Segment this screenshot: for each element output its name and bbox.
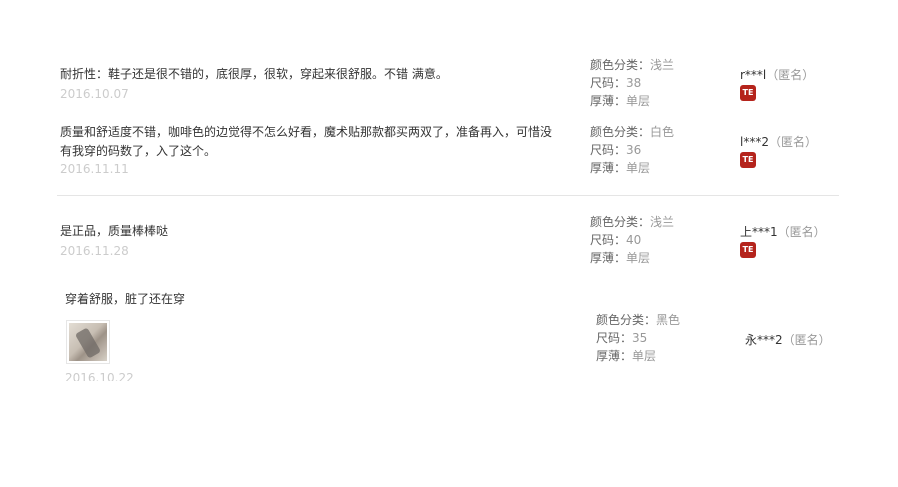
review-text: 是正品，质量棒棒哒 <box>60 224 169 238</box>
review-date: 2016.10.22 <box>65 371 134 381</box>
size-value: 35 <box>632 331 648 345</box>
review-text: 质量和舒适度不错，咖啡色的边觉得不怎么好看，魔术贴那款都买两双了，准备再入，可惜… <box>60 123 552 161</box>
photo-image <box>69 323 107 361</box>
color-value: 浅兰 <box>650 58 675 72</box>
divider <box>57 195 839 196</box>
reviewer-name: 永***2（匿名） <box>745 331 831 348</box>
thickness-label: 厚薄： <box>590 161 627 175</box>
user-nick: 上***1 <box>740 225 778 239</box>
color-value: 黑色 <box>656 313 681 327</box>
color-label: 颜色分类： <box>590 58 651 72</box>
size-label: 尺码： <box>596 331 633 345</box>
member-level-icon[interactable]: TE <box>740 242 756 258</box>
color-label: 颜色分类： <box>590 215 651 229</box>
anonymous-tag: （匿名） <box>777 225 826 239</box>
reviewer-name: 上***1（匿名） <box>740 223 826 240</box>
member-level-icon[interactable]: TE <box>740 85 756 101</box>
sku-info: 颜色分类：浅兰 尺码：38 厚薄：单层 <box>590 56 674 110</box>
anonymous-tag: （匿名） <box>766 68 815 82</box>
color-value: 浅兰 <box>650 215 675 229</box>
anonymous-tag: （匿名） <box>782 333 831 347</box>
size-value: 38 <box>626 76 642 90</box>
review-text-line: 有我穿的码数了，入了这个。 <box>60 144 217 158</box>
review-date: 2016.10.07 <box>60 87 129 101</box>
size-label: 尺码： <box>590 143 627 157</box>
reviewer-name: l***2（匿名） <box>740 133 817 150</box>
sku-info: 颜色分类：黑色 尺码：35 厚薄：单层 <box>596 311 680 365</box>
thickness-label: 厚薄： <box>596 349 633 363</box>
size-label: 尺码： <box>590 76 627 90</box>
member-level-icon[interactable]: TE <box>740 152 756 168</box>
color-label: 颜色分类： <box>596 313 657 327</box>
review-text-line: 质量和舒适度不错，咖啡色的边觉得不怎么好看，魔术贴那款都买两双了，准备再入，可惜… <box>60 125 553 139</box>
review-photo-thumbnail[interactable] <box>66 320 110 364</box>
size-value: 40 <box>626 233 642 247</box>
sku-info: 颜色分类：白色 尺码：36 厚薄：单层 <box>590 123 674 177</box>
anonymous-tag: （匿名） <box>768 135 817 149</box>
size-label: 尺码： <box>590 233 627 247</box>
size-value: 36 <box>626 143 642 157</box>
review-date: 2016.11.28 <box>60 244 129 258</box>
thickness-value: 单层 <box>626 251 651 265</box>
user-nick: l***2 <box>740 135 769 149</box>
thickness-label: 厚薄： <box>590 251 627 265</box>
review-text: 耐折性：鞋子还是很不错的，底很厚，很软，穿起来很舒服。不错 满意。 <box>60 67 448 81</box>
color-value: 白色 <box>650 125 675 139</box>
reviewer-name: r***l（匿名） <box>740 66 814 83</box>
user-nick: 永***2 <box>745 333 783 347</box>
sku-info: 颜色分类：浅兰 尺码：40 厚薄：单层 <box>590 213 674 267</box>
thickness-value: 单层 <box>626 94 651 108</box>
review-text: 穿着舒服，脏了还在穿 <box>65 292 186 306</box>
thickness-value: 单层 <box>632 349 657 363</box>
review-date: 2016.11.11 <box>60 162 129 176</box>
user-nick: r***l <box>740 68 767 82</box>
color-label: 颜色分类： <box>590 125 651 139</box>
thickness-label: 厚薄： <box>590 94 627 108</box>
thickness-value: 单层 <box>626 161 651 175</box>
